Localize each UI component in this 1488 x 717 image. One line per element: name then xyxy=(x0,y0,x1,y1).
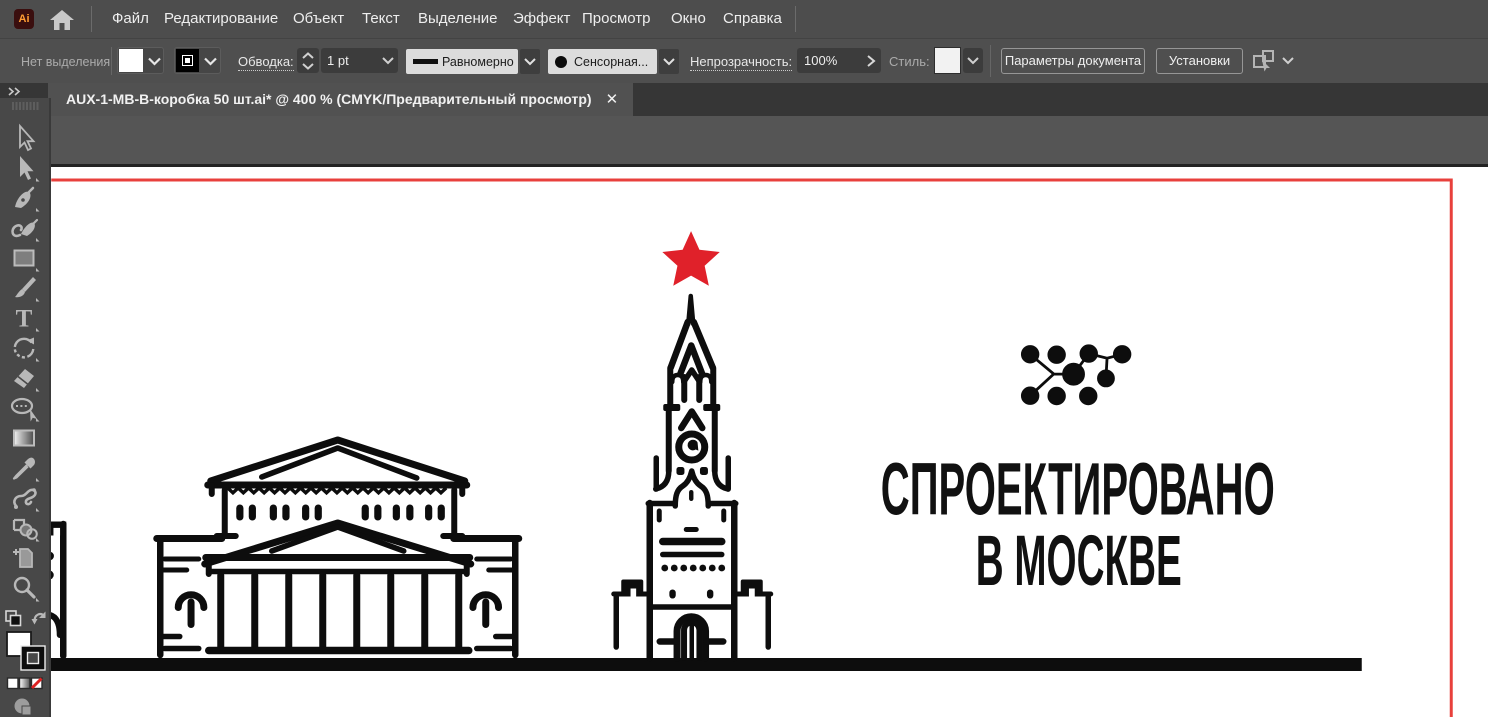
svg-text:СПРОЕКТИРОВАНО: СПРОЕКТИРОВАНО xyxy=(881,448,1275,531)
svg-text:T: T xyxy=(16,306,33,333)
svg-text:В МОСКВЕ: В МОСКВЕ xyxy=(976,522,1182,601)
